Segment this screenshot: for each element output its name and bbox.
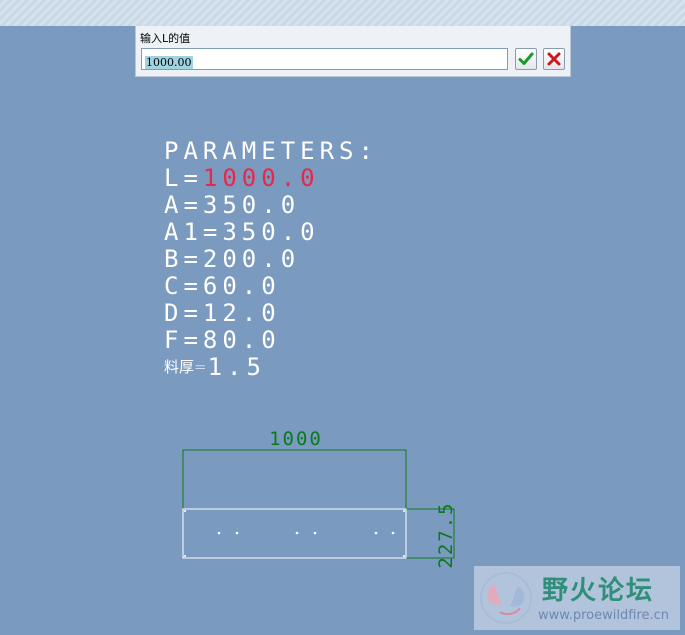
height-dimension-text: 227.5: [435, 501, 457, 568]
watermark-url: www.proewildfire.cn: [538, 608, 669, 623]
width-dimension-text: 1000: [269, 428, 323, 450]
hole-pattern: [217, 531, 395, 535]
watermark-title: 野火论坛: [542, 576, 655, 606]
sheet-drawing: 1000 227.5: [182, 428, 457, 569]
part-outline: [182, 508, 407, 559]
width-dimension: [182, 449, 407, 509]
part-corner-marks: [184, 510, 405, 557]
butterfly-logo-icon: [480, 572, 532, 624]
forum-watermark: 野火论坛 www.proewildfire.cn: [474, 566, 680, 630]
